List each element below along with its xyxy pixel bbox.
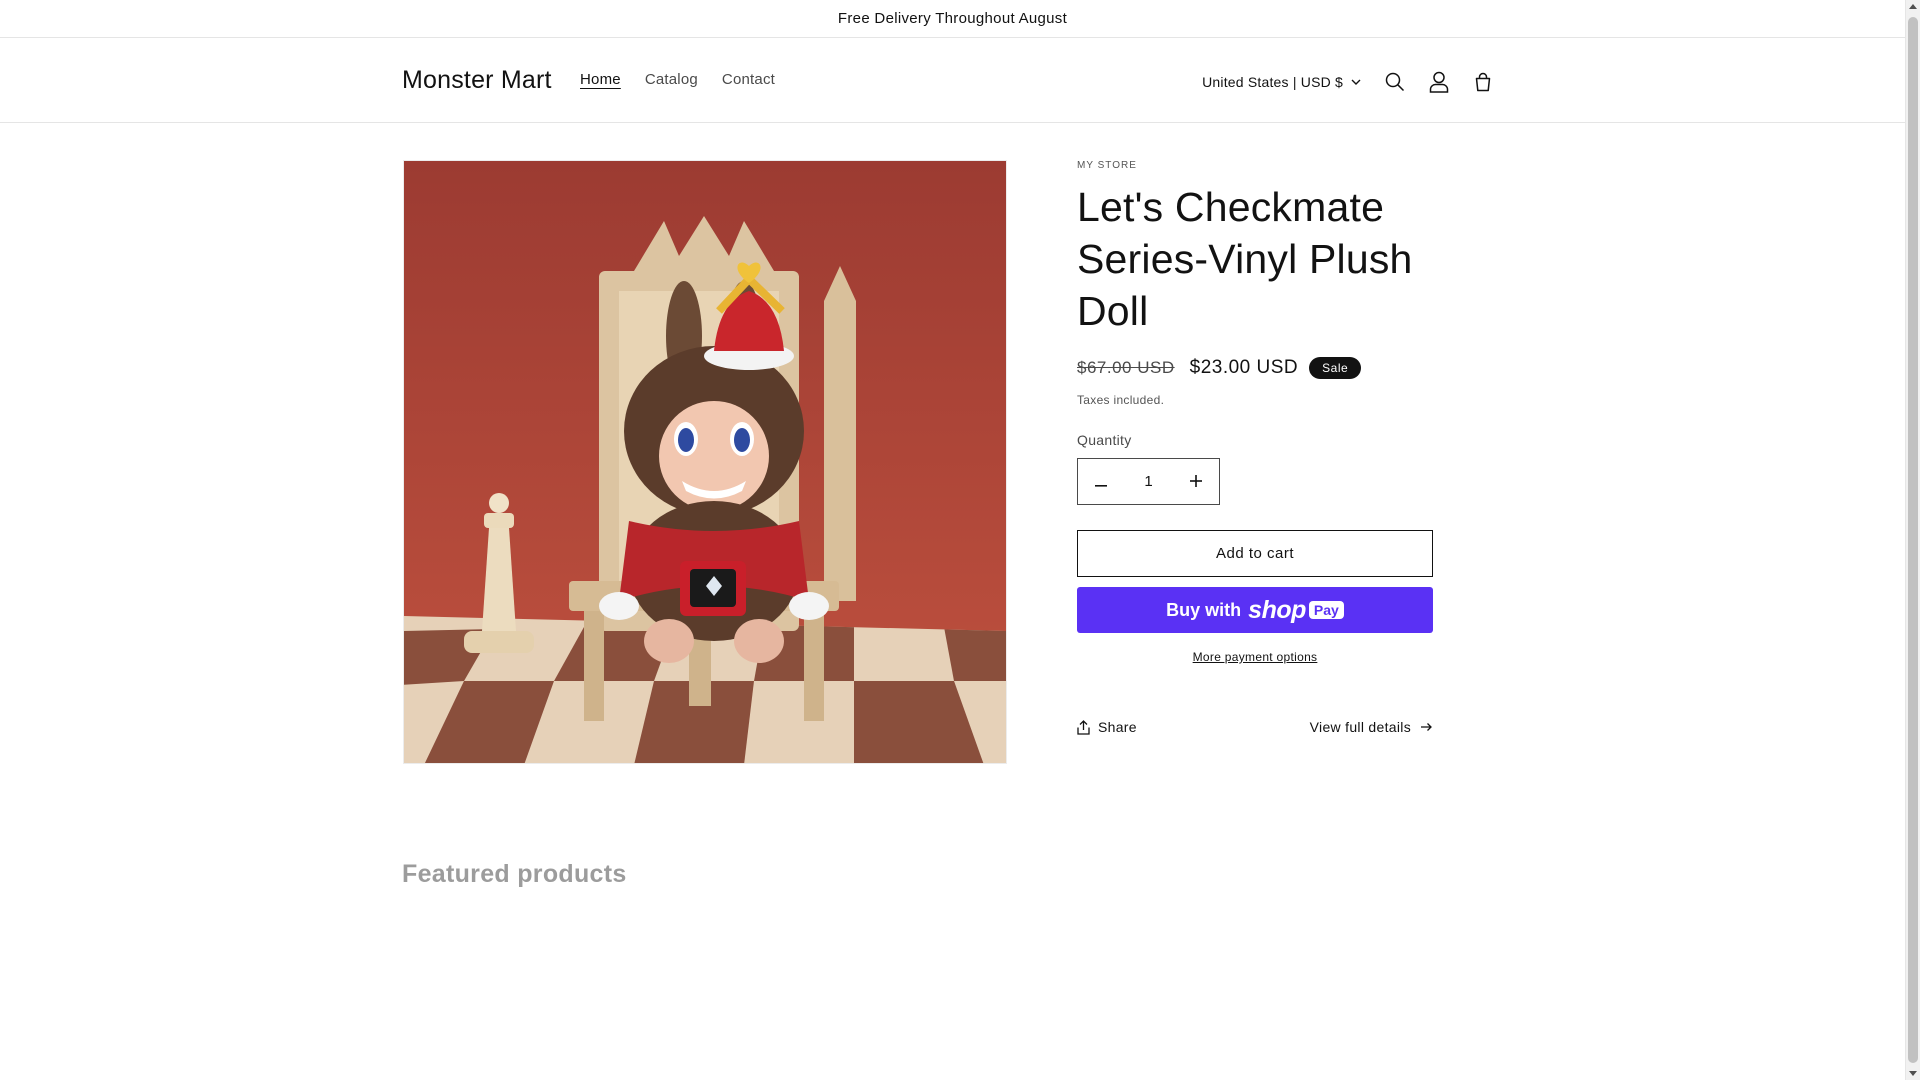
quantity-decrease-button[interactable] bbox=[1078, 459, 1124, 504]
share-button[interactable]: Share bbox=[1077, 719, 1137, 735]
scroll-down-arrow-icon[interactable] bbox=[1909, 1071, 1917, 1076]
quantity-stepper bbox=[1077, 458, 1220, 505]
regular-price: $67.00 USD bbox=[1077, 358, 1175, 377]
nav-item-catalog[interactable]: Catalog bbox=[633, 71, 710, 88]
country-selector-label: United States | USD $ bbox=[1202, 74, 1343, 90]
more-payment-options-link[interactable]: More payment options bbox=[1077, 650, 1433, 664]
sale-price: $23.00 USD bbox=[1189, 357, 1299, 378]
pay-logo: Pay bbox=[1308, 601, 1344, 619]
account-button[interactable] bbox=[1417, 60, 1461, 104]
header-actions: United States | USD $ bbox=[1202, 60, 1505, 104]
quantity-increase-button[interactable] bbox=[1173, 459, 1219, 504]
share-icon bbox=[1077, 719, 1090, 735]
nav-item-home[interactable]: Home bbox=[568, 71, 633, 88]
minus-icon bbox=[1095, 485, 1107, 487]
view-full-details-label: View full details bbox=[1309, 719, 1411, 735]
quantity-label: Quantity bbox=[1077, 432, 1132, 448]
arrow-right-icon bbox=[1421, 723, 1432, 731]
buy-with-shop-pay-button[interactable]: Buy with shop Pay bbox=[1077, 587, 1433, 633]
announcement-text: Free Delivery Throughout August bbox=[837, 10, 1068, 27]
announcement-bar: Free Delivery Throughout August bbox=[0, 0, 1905, 38]
country-selector[interactable]: United States | USD $ bbox=[1202, 74, 1361, 90]
nav-item-contact[interactable]: Contact bbox=[710, 71, 787, 88]
account-icon bbox=[1429, 71, 1449, 93]
buy-with-label: Buy with bbox=[1166, 599, 1242, 620]
vertical-scrollbar[interactable] bbox=[1905, 0, 1920, 1080]
product-photo bbox=[404, 161, 1006, 763]
share-row: Share View full details bbox=[1077, 719, 1433, 735]
product-image[interactable] bbox=[403, 160, 1007, 764]
taxes-note: Taxes included. bbox=[1077, 393, 1165, 407]
page: Free Delivery Throughout August Monster … bbox=[0, 0, 1905, 1080]
main-nav: Home Catalog Contact bbox=[568, 71, 787, 88]
product-info: MY STORE Let's Checkmate Series-Vinyl Pl… bbox=[1077, 160, 1433, 735]
featured-products-heading: Featured products bbox=[402, 860, 627, 888]
add-to-cart-button[interactable]: Add to cart bbox=[1077, 530, 1433, 577]
cart-button[interactable] bbox=[1461, 60, 1505, 104]
view-full-details-link[interactable]: View full details bbox=[1310, 719, 1433, 735]
plus-icon bbox=[1190, 475, 1202, 487]
search-button[interactable] bbox=[1373, 60, 1417, 104]
quantity-input[interactable] bbox=[1124, 473, 1173, 490]
share-label: Share bbox=[1098, 719, 1137, 735]
sale-badge: Sale bbox=[1309, 357, 1362, 379]
price-row: $67.00 USD $23.00 USD Sale bbox=[1077, 357, 1433, 379]
scroll-up-arrow-icon[interactable] bbox=[1909, 4, 1917, 9]
product-title: Let's Checkmate Series-Vinyl Plush Doll bbox=[1077, 184, 1413, 334]
store-logo[interactable]: Monster Mart bbox=[402, 66, 552, 95]
product-vendor: MY STORE bbox=[1077, 160, 1137, 171]
shop-logo: shop bbox=[1248, 595, 1306, 624]
scrollbar-thumb[interactable] bbox=[1908, 17, 1918, 1063]
search-icon bbox=[1385, 72, 1405, 92]
site-header: Monster Mart Home Catalog Contact United… bbox=[0, 38, 1905, 123]
chevron-down-icon bbox=[1351, 79, 1361, 85]
cart-icon bbox=[1475, 72, 1491, 92]
